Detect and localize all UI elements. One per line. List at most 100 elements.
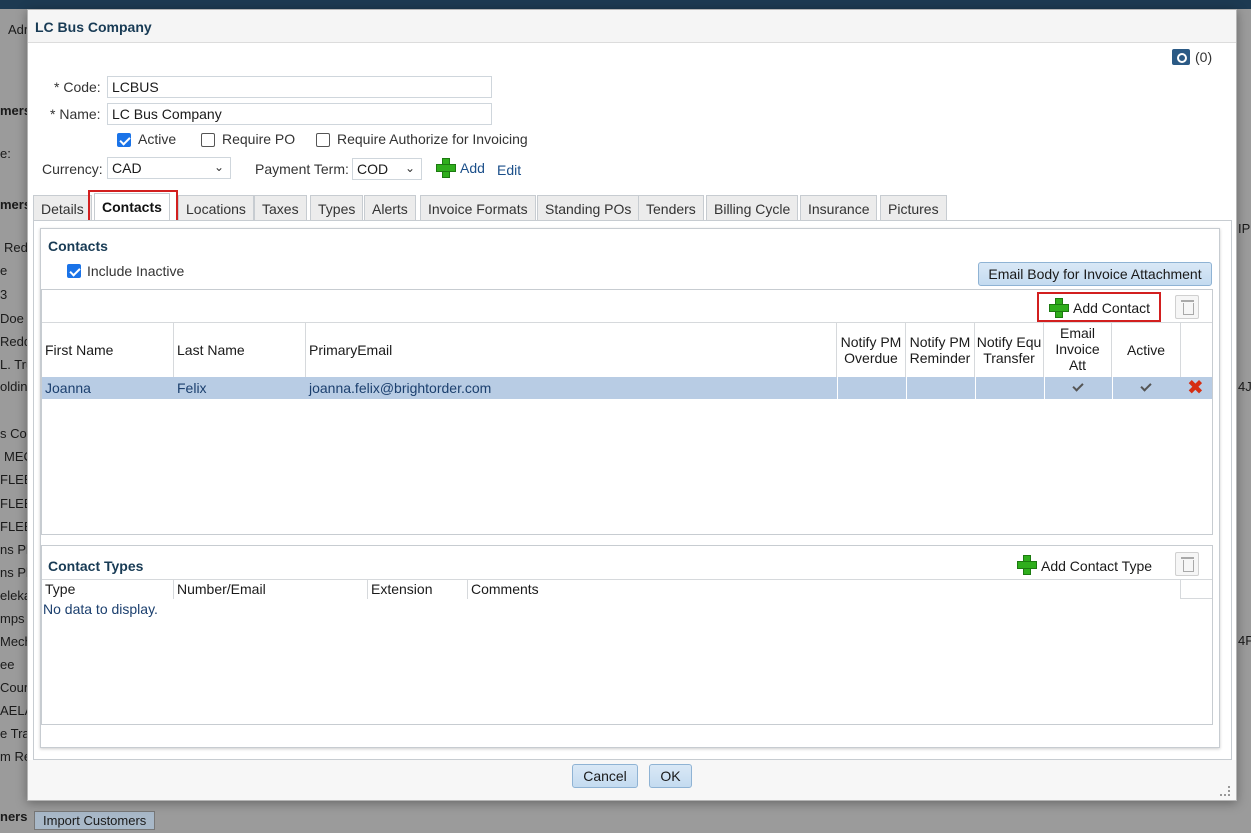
bg-text: ns Pl <box>0 542 29 557</box>
bg-text: oldin <box>0 379 28 394</box>
currency-select[interactable]: CAD ⌄ <box>107 157 231 179</box>
tab-billing-cycle[interactable]: Billing Cycle <box>706 195 799 221</box>
code-input[interactable] <box>107 76 492 98</box>
cell-divider <box>1044 377 1045 399</box>
dialog-footer: Cancel OK <box>28 760 1236 800</box>
require-authorize-checkbox[interactable] <box>316 133 330 147</box>
photo-count: (0) <box>1195 49 1213 65</box>
currency-value: CAD <box>112 160 142 176</box>
tab-types[interactable]: Types <box>310 195 364 221</box>
column-header[interactable]: Type <box>42 580 174 599</box>
resize-handle-icon[interactable] <box>1220 786 1230 796</box>
cell-divider <box>906 377 907 399</box>
bg-text: Adr <box>8 22 29 37</box>
bg-text: e Tra <box>0 726 30 741</box>
column-header[interactable]: Email Invoice Att <box>1044 323 1112 377</box>
code-label: * Code: <box>54 79 101 95</box>
bg-text: ns Pl <box>0 565 29 580</box>
name-input[interactable] <box>107 103 492 125</box>
ok-button[interactable]: OK <box>649 764 692 788</box>
active-checkbox[interactable] <box>117 133 131 147</box>
cell-last-name: Felix <box>177 380 207 396</box>
check-icon <box>1072 380 1084 392</box>
contacts-grid: Add Contact First Name Last Name Primary… <box>41 289 1213 535</box>
add-contact-highlight <box>1037 292 1161 322</box>
column-header[interactable]: Last Name <box>174 323 306 377</box>
column-header[interactable]: PrimaryEmail <box>306 323 837 377</box>
bg-text: ners <box>0 809 28 824</box>
tab-pictures[interactable]: Pictures <box>880 195 947 221</box>
chevron-down-icon: ⌄ <box>213 160 224 174</box>
bg-text: Doe <box>0 311 24 326</box>
add-icon[interactable] <box>436 158 456 178</box>
bg-text: 3 <box>0 287 8 302</box>
tab-locations[interactable]: Locations <box>178 195 254 221</box>
dialog-title: LC Bus Company <box>28 10 1236 43</box>
contact-types-header-row: Type Number/Email Extension Comments <box>42 579 1212 599</box>
column-header[interactable]: Number/Email <box>174 580 368 599</box>
chevron-down-icon: ⌄ <box>404 161 415 175</box>
column-header-actions <box>1181 323 1212 377</box>
cancel-button[interactable]: Cancel <box>572 764 638 788</box>
cell-email: joanna.felix@brightorder.com <box>309 380 492 396</box>
column-header[interactable]: Active <box>1112 323 1181 377</box>
tab-tenders[interactable]: Tenders <box>638 195 704 221</box>
bg-text: 4J6 <box>1238 379 1251 394</box>
bg-text: Cour <box>0 680 29 695</box>
trash-icon[interactable] <box>1175 295 1199 319</box>
payment-term-select[interactable]: COD ⌄ <box>352 158 422 180</box>
bg-text: Red <box>4 240 28 255</box>
column-header[interactable]: Comments <box>468 580 1181 599</box>
name-label: * Name: <box>50 106 101 122</box>
cell-first-name: Joanna <box>45 380 91 396</box>
tab-standing-pos[interactable]: Standing POs <box>537 195 640 221</box>
import-customers-button[interactable]: Import Customers <box>34 811 156 830</box>
tab-insurance[interactable]: Insurance <box>800 195 878 221</box>
empty-message: No data to display. <box>43 601 158 617</box>
contact-types-grid: Contact Types Add Contact Type Type Numb… <box>41 545 1213 725</box>
bg-text: e <box>0 263 8 278</box>
contacts-header-row: First Name Last Name PrimaryEmail Notify… <box>42 322 1212 377</box>
check-icon <box>1140 380 1152 392</box>
cell-divider <box>1112 377 1113 399</box>
cell-divider <box>837 377 838 399</box>
column-header[interactable]: First Name <box>42 323 174 377</box>
email-body-invoice-button[interactable]: Email Body for Invoice Attachment <box>978 262 1212 286</box>
add-payment-term-link[interactable]: Add <box>460 160 485 176</box>
contact-types-title: Contact Types <box>48 558 144 574</box>
add-contact-type-button[interactable]: Add Contact Type <box>1041 558 1152 574</box>
tab-taxes[interactable]: Taxes <box>254 195 307 221</box>
add-icon[interactable] <box>1017 555 1037 575</box>
payment-term-value: COD <box>357 161 389 177</box>
column-header[interactable]: Notify PM Overdue <box>837 323 906 377</box>
payment-term-label: Payment Term: <box>255 161 349 177</box>
column-header[interactable]: Notify Equ Transfer <box>975 323 1044 377</box>
require-po-label: Require PO <box>222 131 296 147</box>
trash-icon[interactable] <box>1175 552 1199 576</box>
delete-icon[interactable]: ✖ <box>1187 378 1204 398</box>
customer-dialog: LC Bus Company (0) * Code: * Name: Activ… <box>27 9 1237 801</box>
include-inactive-checkbox[interactable] <box>67 264 81 278</box>
table-row[interactable]: Joanna Felix joanna.felix@brightorder.co… <box>42 377 1212 399</box>
tab-details[interactable]: Details <box>33 195 92 221</box>
bg-text: IP <box>1238 221 1251 236</box>
active-label: Active <box>138 131 177 147</box>
include-inactive-label: Include Inactive <box>87 263 185 279</box>
tab-invoice-formats[interactable]: Invoice Formats <box>420 195 536 221</box>
app-top-bar <box>0 0 1251 9</box>
bg-text: ee <box>0 657 15 672</box>
edit-payment-term-link[interactable]: Edit <box>497 162 521 178</box>
tab-alerts[interactable]: Alerts <box>364 195 416 221</box>
contacts-section: Contacts Include Inactive Email Body for… <box>40 228 1220 748</box>
require-authorize-label: Require Authorize for Invoicing <box>337 131 528 147</box>
cell-divider <box>975 377 976 399</box>
currency-label: Currency: <box>42 161 103 177</box>
contacts-title: Contacts <box>48 238 108 254</box>
column-header[interactable]: Extension <box>368 580 468 599</box>
bg-text: e: <box>0 146 11 161</box>
bg-text: mps <box>0 611 25 626</box>
require-po-checkbox[interactable] <box>201 133 215 147</box>
camera-icon[interactable] <box>1172 49 1190 65</box>
bg-text: 4P <box>1238 633 1251 648</box>
column-header[interactable]: Notify PM Reminder <box>906 323 975 377</box>
